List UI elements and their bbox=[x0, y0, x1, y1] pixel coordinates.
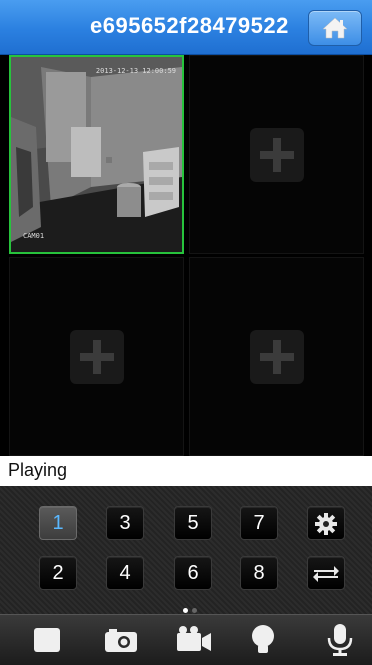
plus-icon[interactable] bbox=[249, 329, 304, 384]
channel-button-4[interactable]: 4 bbox=[106, 556, 144, 590]
header-bar: e695652f28479522 bbox=[0, 0, 372, 55]
channel-button-1[interactable]: 1 bbox=[39, 506, 77, 540]
channel-button-8[interactable]: 8 bbox=[240, 556, 278, 590]
channel-button-2[interactable]: 2 bbox=[39, 556, 77, 590]
settings-button[interactable] bbox=[307, 506, 345, 540]
switch-button[interactable] bbox=[307, 556, 345, 590]
video-cell-1[interactable]: 2013-12-13 12:00:59 CAM01 bbox=[9, 55, 184, 254]
light-button[interactable] bbox=[245, 623, 285, 657]
switch-arrows-icon bbox=[313, 566, 339, 582]
stop-button[interactable] bbox=[28, 623, 68, 657]
stop-icon bbox=[34, 628, 60, 652]
home-button[interactable] bbox=[308, 10, 362, 46]
status-bar: Playing bbox=[0, 456, 372, 486]
microphone-button[interactable] bbox=[322, 623, 362, 657]
snapshot-button[interactable] bbox=[101, 623, 141, 657]
video-grid: 2013-12-13 12:00:59 CAM01 bbox=[9, 55, 364, 456]
app-root: e695652f28479522 2013-12-13 12:00:59 CAM… bbox=[0, 0, 372, 665]
plus-icon[interactable] bbox=[249, 127, 304, 182]
page-dot bbox=[192, 608, 197, 613]
video-cell-3[interactable] bbox=[9, 257, 184, 456]
gear-icon bbox=[315, 513, 337, 535]
device-id-title: e695652f28479522 bbox=[90, 13, 289, 38]
playback-status: Playing bbox=[8, 460, 68, 480]
camera-feed: 2013-12-13 12:00:59 CAM01 bbox=[11, 57, 182, 252]
channel-button-5[interactable]: 5 bbox=[174, 506, 212, 540]
page-dot-active bbox=[183, 608, 188, 613]
video-cell-4[interactable] bbox=[189, 257, 364, 456]
microphone-icon bbox=[327, 624, 353, 656]
light-bulb-icon bbox=[252, 625, 274, 653]
record-button[interactable] bbox=[174, 623, 214, 657]
channel-panel: 1 3 5 7 2 4 6 8 bbox=[0, 486, 372, 614]
channel-button-3[interactable]: 3 bbox=[106, 506, 144, 540]
record-video-icon bbox=[177, 626, 211, 651]
channel-button-7[interactable]: 7 bbox=[240, 506, 278, 540]
plus-icon[interactable] bbox=[69, 329, 124, 384]
video-cell-2[interactable] bbox=[189, 55, 364, 254]
camera-label: CAM01 bbox=[23, 232, 45, 240]
camera-timestamp: 2013-12-13 12:00:59 bbox=[95, 67, 176, 75]
bottom-toolbar bbox=[0, 614, 372, 665]
snapshot-camera-icon bbox=[105, 629, 137, 652]
channel-button-6[interactable]: 6 bbox=[174, 556, 212, 590]
home-icon bbox=[322, 17, 348, 39]
